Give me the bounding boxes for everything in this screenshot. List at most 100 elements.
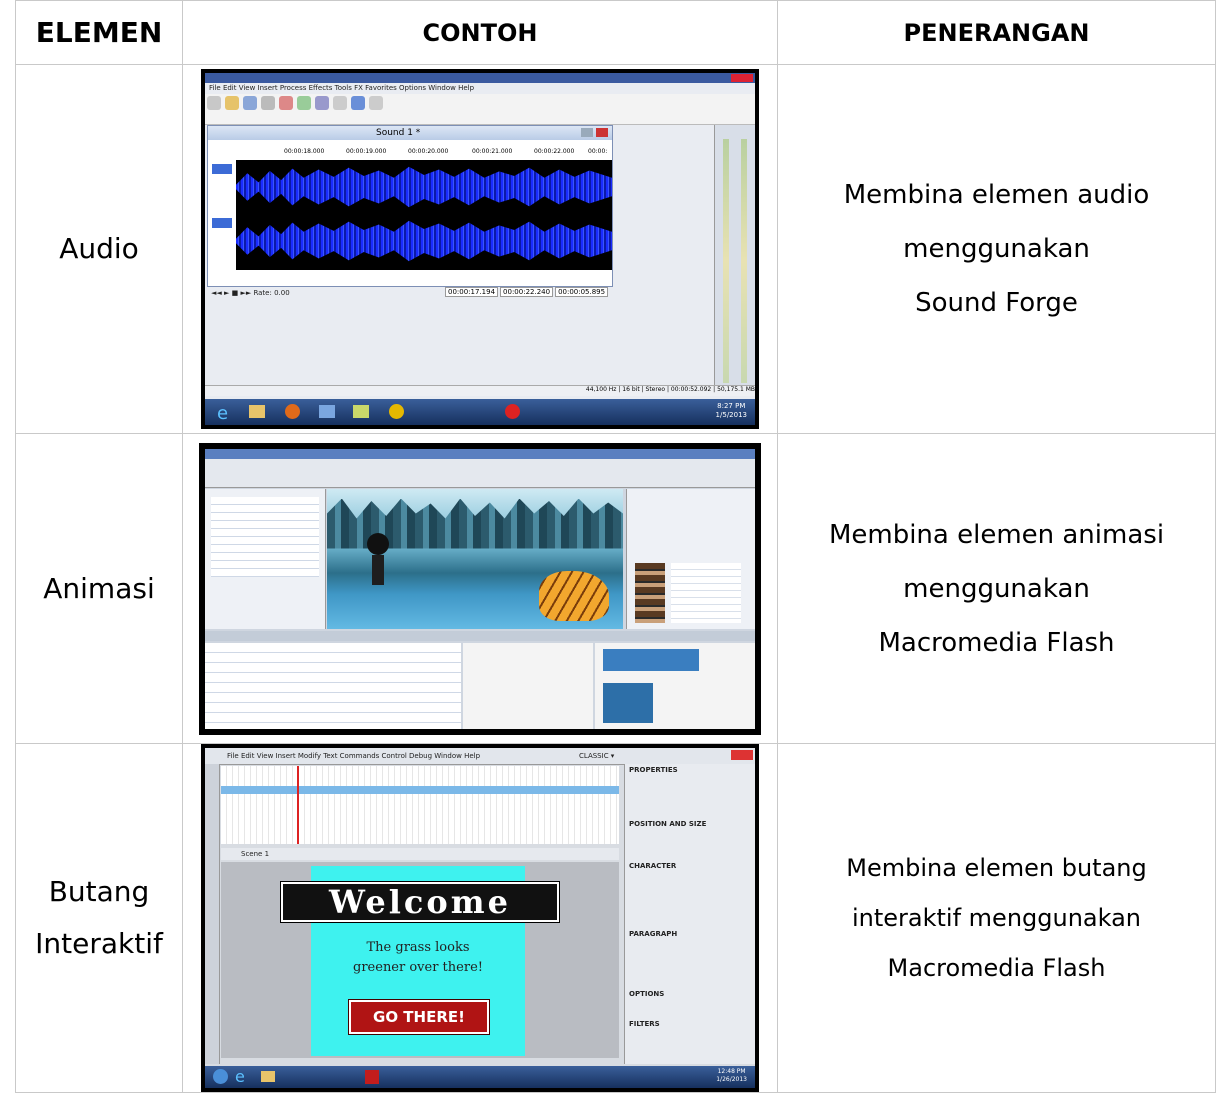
selection-start-field[interactable]: 00:00:17.194: [445, 287, 499, 297]
panel-title: PROPERTIES: [629, 766, 678, 774]
waveform-area[interactable]: [236, 160, 612, 270]
thumbnail[interactable]: [603, 648, 699, 671]
close-icon: [731, 74, 753, 82]
sound-forge-screenshot: File Edit View Insert Process Effects To…: [201, 69, 759, 429]
section-header[interactable]: OPTIONS: [629, 990, 664, 999]
copy-icon: [297, 96, 311, 110]
welcome-banner[interactable]: Welcome: [280, 881, 560, 923]
section-header[interactable]: POSITION AND SIZE: [629, 820, 706, 829]
elemen-label: Animasi: [43, 571, 155, 605]
header-elemen: ELEMEN: [15, 0, 183, 65]
channel-2-button[interactable]: [212, 218, 232, 228]
firefox-icon[interactable]: [285, 404, 300, 419]
scene-label[interactable]: Scene 1: [241, 850, 269, 859]
character-body: [372, 554, 384, 585]
stage-area: Welcome The grass looks greener over the…: [221, 862, 619, 1058]
elements-table: ELEMEN CONTOH PENERANGAN Audio File Edit…: [15, 0, 1216, 1093]
waveform-left-channel: [236, 166, 612, 208]
header-row: ELEMEN CONTOH PENERANGAN: [15, 0, 1216, 65]
tiger-character[interactable]: [539, 570, 609, 621]
sound-forge-taskbar-icon[interactable]: [505, 404, 520, 419]
timeline-panel[interactable]: [221, 766, 619, 844]
workspace-selector[interactable]: CLASSIC ▾: [579, 752, 614, 761]
app-icon[interactable]: [319, 405, 335, 418]
open-icon: [225, 96, 239, 110]
tools-panel[interactable]: [205, 764, 220, 1064]
description-line: Macromedia Flash: [887, 954, 1106, 982]
level-meters: [714, 125, 755, 385]
tagline-line: The grass looks: [366, 940, 470, 955]
flash-button-screenshot: File Edit View Insert Modify Text Comman…: [201, 744, 759, 1092]
time-ruler: 00:00:18.000 00:00:19.000 00:00:20.000 0…: [236, 148, 612, 156]
title-bar: [205, 73, 755, 83]
transport-controls[interactable]: ◄◄ ► ■ ►► Rate: 0.00: [211, 289, 290, 298]
flash-icon[interactable]: [365, 1070, 379, 1084]
close-icon[interactable]: [731, 750, 753, 760]
thumbnail-panel: [595, 642, 755, 729]
status-channels: Stereo: [645, 386, 666, 393]
layer-list: [211, 496, 319, 577]
level-meter-left: [723, 139, 729, 383]
selected-layer-row[interactable]: [221, 786, 619, 794]
layers-panel: [205, 488, 326, 629]
app-icon[interactable]: [353, 405, 369, 418]
edit-tool-icon: [351, 96, 365, 110]
girl-character[interactable]: [367, 532, 389, 593]
library-panel: [626, 488, 755, 629]
ie-icon[interactable]: e: [217, 403, 228, 424]
cut-icon: [279, 96, 293, 110]
sound-window: Sound 1 * 00:00:18.000 00:00:19.000 00:0…: [207, 125, 613, 287]
header-penerangan: PENERANGAN: [777, 0, 1216, 65]
taskbar-clock: 8:27 PM 1/5/2013: [716, 402, 747, 420]
sound-window-titlebar: Sound 1 *: [208, 126, 612, 140]
time-label: 00:00:18.000: [284, 148, 325, 155]
ie-icon[interactable]: e: [235, 1067, 245, 1086]
symbol-list: [671, 562, 741, 623]
table-row-audio: Audio File Edit View Insert Process Effe…: [15, 64, 1216, 434]
time-label: 00:00:21.000: [472, 148, 513, 155]
chrome-icon[interactable]: [389, 404, 404, 419]
penerangan-cell: Membina elemen butang interaktif menggun…: [777, 743, 1216, 1093]
menu-bar: File Edit View Insert Process Effects To…: [209, 84, 475, 92]
taskbar: e 8:27 PM 1/5/2013: [205, 399, 755, 425]
description-line: menggunakan: [903, 234, 1090, 264]
elemen-label: Interaktif: [35, 927, 163, 960]
properties-panel: PROPERTIES POSITION AND SIZE CHARACTER P…: [624, 764, 755, 1064]
selection-length-field[interactable]: 00:00:05.895: [555, 287, 609, 297]
playhead[interactable]: [297, 766, 299, 844]
thumbnail[interactable]: [603, 682, 653, 723]
zoom-icon: [369, 96, 383, 110]
contoh-cell: [182, 433, 778, 744]
toolbar: [205, 458, 755, 488]
stage-canvas[interactable]: Welcome The grass looks greener over the…: [280, 866, 560, 1056]
sound-window-title: Sound 1 *: [376, 128, 421, 138]
folder-icon[interactable]: [249, 405, 265, 418]
status-disk: 50,175.1 MB: [717, 386, 755, 393]
elemen-cell: Audio: [15, 64, 183, 434]
swatch-list: [635, 562, 665, 623]
folder-icon[interactable]: [261, 1071, 275, 1082]
channel-1-button[interactable]: [212, 164, 232, 174]
penerangan-cell: Membina elemen animasi menggunakan Macro…: [777, 433, 1216, 744]
elemen-cell: Butang Interaktif: [15, 743, 183, 1093]
flash-animation-screenshot: [199, 442, 761, 735]
tagline-line: greener over there!: [353, 960, 483, 975]
stage-canvas[interactable]: [327, 488, 623, 629]
section-header[interactable]: FILTERS: [629, 1020, 660, 1029]
taskbar: e 12:48 PM 1/26/2013: [205, 1066, 755, 1088]
section-header[interactable]: CHARACTER: [629, 862, 676, 871]
timeline-panel[interactable]: [205, 642, 461, 729]
section-header[interactable]: PARAGRAPH: [629, 930, 677, 939]
status-length: 00:00:52.092: [670, 386, 712, 393]
go-there-button[interactable]: GO THERE!: [348, 999, 490, 1035]
selection-end-field[interactable]: 00:00:22.240: [500, 287, 554, 297]
elemen-label: Butang: [48, 875, 150, 908]
status-bar: 44,100 Hz | 16 bit | Stereo | 00:00:52.0…: [205, 385, 755, 396]
start-button-icon[interactable]: [213, 1069, 228, 1084]
penerangan-cell: Membina elemen audio menggunakan Sound F…: [777, 64, 1216, 434]
header-contoh: CONTOH: [182, 0, 778, 65]
description-line: Membina elemen butang: [846, 854, 1147, 882]
time-label: 00:00:22.000: [534, 148, 575, 155]
status-sample-rate: 44,100 Hz: [585, 386, 617, 393]
time-label: 00:00:20.000: [408, 148, 449, 155]
